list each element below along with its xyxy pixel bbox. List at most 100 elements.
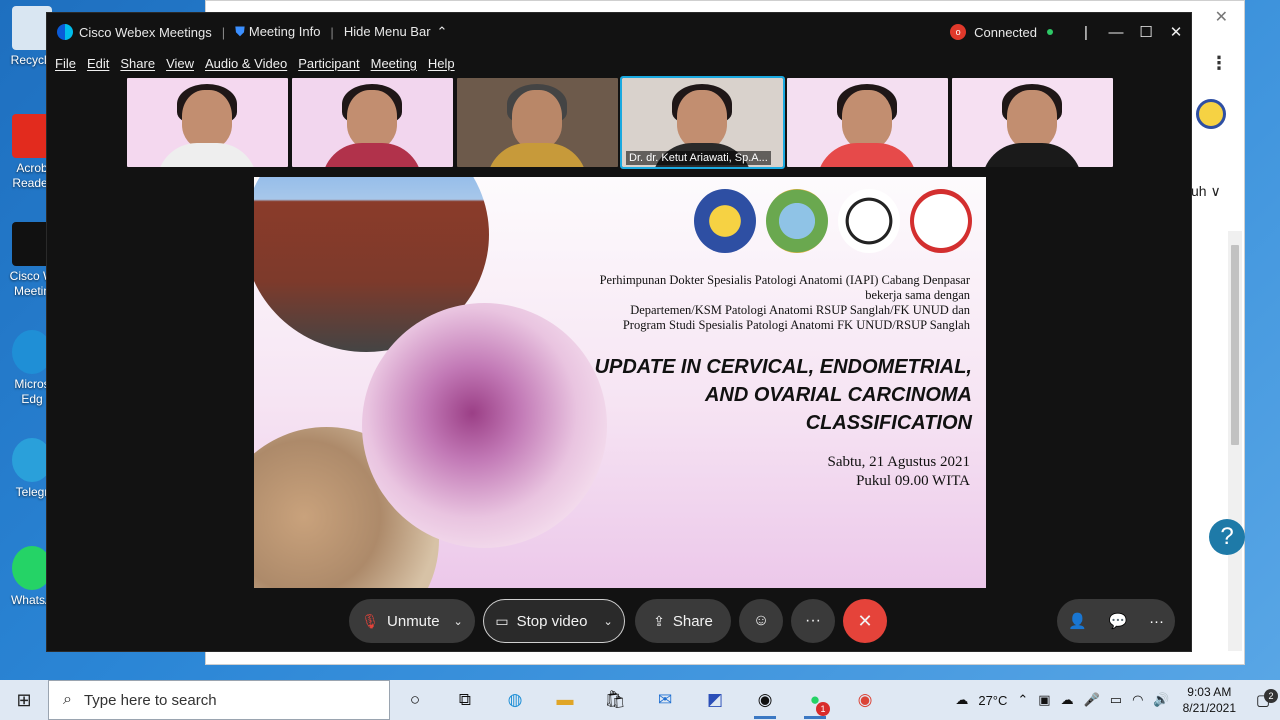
close-button[interactable]: ✕: [1161, 23, 1191, 41]
taskbar-search[interactable]: ⌕ Type here to search: [48, 680, 390, 720]
onedrive-icon[interactable]: ☁: [1061, 692, 1074, 708]
unmute-button[interactable]: 🎙 Unmute ⌄: [349, 599, 475, 643]
meeting-info-button[interactable]: ⛊ Meeting Info: [235, 24, 320, 40]
menu-participant[interactable]: Participant: [298, 56, 359, 71]
system-tray: ☁ 27°C ⌃ ▣ ☁ 🎤 ▭ ◠ 🔊 9:03 AM 8/21/2021 ▢…: [950, 680, 1280, 720]
recording-icon: o: [950, 24, 967, 40]
smiley-icon: ☺: [752, 612, 770, 629]
share-label: Share: [672, 612, 713, 630]
participant-video[interactable]: [457, 78, 618, 167]
app-icon[interactable]: ◩: [690, 680, 740, 720]
microphone-icon[interactable]: 🎤: [1084, 692, 1100, 708]
histology-photo: [362, 303, 607, 548]
organizer-text: Perhimpunan Dokter Spesialis Patologi An…: [600, 273, 970, 333]
status-dot-icon: [1047, 29, 1053, 35]
more-options-icon[interactable]: ⋮: [1210, 53, 1228, 74]
share-icon: ⇪: [653, 612, 665, 629]
volume-icon[interactable]: 🔊: [1153, 692, 1169, 708]
udayana-logo: [694, 189, 756, 253]
file-explorer-icon[interactable]: ▬: [540, 680, 590, 720]
menu-file[interactable]: File: [55, 56, 76, 71]
participant-face: [512, 90, 562, 148]
end-meeting-button[interactable]: ✕: [843, 599, 887, 643]
participant-video[interactable]: [127, 78, 288, 167]
participants-icon[interactable]: 👤: [1068, 612, 1087, 630]
minimize-button[interactable]: —: [1101, 24, 1131, 41]
chrome-icon[interactable]: ◉: [840, 680, 890, 720]
help-button[interactable]: ?: [1209, 519, 1245, 555]
reactions-button[interactable]: ☺: [739, 599, 783, 643]
weather-temperature[interactable]: 27°C: [978, 693, 1007, 708]
participant-video[interactable]: [952, 78, 1113, 167]
menu-meeting[interactable]: Meeting: [371, 56, 417, 71]
event-date-line: Sabtu, 21 Agustus 2021: [827, 454, 970, 470]
store-icon[interactable]: 🛍: [590, 680, 640, 720]
participant-face: [1007, 90, 1057, 148]
title-bar: Cisco Webex Meetings | ⛊ Meeting Info | H…: [47, 13, 1191, 51]
meeting-info-label: Meeting Info: [248, 24, 321, 39]
menu-help[interactable]: Help: [428, 56, 455, 71]
hide-menu-bar-button[interactable]: Hide Menu Bar ⌃: [344, 24, 448, 40]
more-options-button[interactable]: ···: [791, 599, 835, 643]
participant-body: [157, 143, 257, 167]
app-title: Cisco Webex Meetings: [79, 24, 212, 40]
task-view-icon[interactable]: ⧉: [440, 680, 490, 720]
participant-face: [347, 90, 397, 148]
maximize-button[interactable]: ☐: [1131, 23, 1161, 41]
chevron-down-icon[interactable]: ⌄: [603, 615, 612, 628]
participant-video[interactable]: [787, 78, 948, 167]
menu-audio-video[interactable]: Audio & Video: [205, 56, 287, 71]
divider: |: [330, 24, 334, 40]
shared-slide: Perhimpunan Dokter Spesialis Patologi An…: [254, 177, 986, 588]
menu-edit[interactable]: Edit: [87, 56, 109, 71]
whatsapp-taskbar-icon[interactable]: ● 1: [790, 680, 840, 720]
start-button[interactable]: ⊞: [0, 690, 48, 711]
chat-icon[interactable]: 💬: [1109, 612, 1128, 630]
weather-icon[interactable]: ☁: [955, 692, 968, 708]
participant-name-label: Dr. dr. Ketut Ariawati, Sp.A...: [626, 151, 771, 165]
slide-title-line: UPDATE IN CERVICAL, ENDOMETRIAL,: [594, 356, 972, 378]
menu-share[interactable]: Share: [120, 56, 155, 71]
notification-center-icon[interactable]: ▢ 2: [1246, 689, 1280, 709]
battery-icon[interactable]: ▭: [1110, 692, 1122, 708]
webex-taskbar-icon[interactable]: ◉: [740, 680, 790, 720]
dropdown-label[interactable]: uh ∨: [1191, 183, 1221, 200]
menu-bar: File Edit Share View Audio & Video Parti…: [47, 51, 1191, 75]
more-icon[interactable]: ···: [1149, 613, 1164, 630]
stop-video-button[interactable]: ▭ Stop video ⌄: [483, 599, 625, 643]
clock[interactable]: 9:03 AM 8/21/2021: [1183, 684, 1236, 716]
unmute-label: Unmute: [387, 612, 440, 630]
meet-now-icon[interactable]: ▣: [1038, 692, 1050, 708]
menu-view[interactable]: View: [166, 56, 194, 71]
rsup-sanglah-logo: [766, 189, 828, 253]
panel-controls: 👤 💬 ···: [1057, 599, 1175, 643]
iapi-red-logo: [910, 189, 972, 253]
participant-face: [842, 90, 892, 148]
participant-video-active-speaker[interactable]: Dr. dr. Ketut Ariawati, Sp.A...: [620, 76, 785, 169]
desktop-icon-label: Micros Edg: [14, 377, 50, 406]
slide-title: UPDATE IN CERVICAL, ENDOMETRIAL, AND OVA…: [595, 353, 972, 437]
camera-icon: ▭: [495, 612, 509, 629]
slide-title-line: AND OVARIAL CARCINOMA: [704, 384, 972, 406]
chevron-down-icon[interactable]: ⌄: [454, 615, 463, 628]
scrollbar[interactable]: [1228, 231, 1242, 651]
search-icon: ⌕: [63, 691, 72, 708]
cortana-icon[interactable]: ○: [390, 680, 440, 720]
mail-icon[interactable]: ✉: [640, 680, 690, 720]
edge-taskbar-icon[interactable]: ◍: [490, 680, 540, 720]
chevron-up-icon[interactable]: ⌃: [1017, 692, 1028, 708]
participant-video[interactable]: [292, 78, 453, 167]
organizer-line: Perhimpunan Dokter Spesialis Patologi An…: [599, 273, 970, 287]
participant-body: [817, 143, 917, 167]
whatsapp-badge: 1: [816, 702, 830, 716]
search-placeholder: Type here to search: [83, 691, 217, 709]
hide-menu-bar-label: Hide Menu Bar: [343, 24, 431, 39]
wifi-icon[interactable]: ◠: [1132, 692, 1143, 708]
scrollbar-thumb[interactable]: [1231, 245, 1239, 445]
close-icon[interactable]: ✕: [1215, 7, 1228, 27]
share-button[interactable]: ⇪ Share: [635, 599, 731, 643]
clock-date: 8/21/2021: [1182, 701, 1236, 715]
participant-face: [677, 90, 727, 148]
divider: |: [221, 24, 226, 40]
webex-logo-icon: [57, 24, 73, 40]
